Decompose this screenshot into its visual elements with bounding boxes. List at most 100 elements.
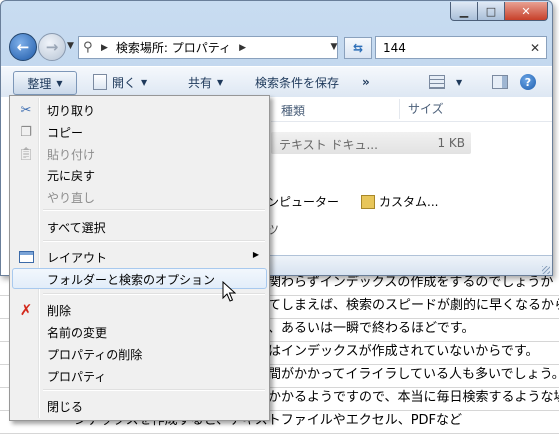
minimize-button[interactable]: ▁ [450, 2, 478, 21]
status-bar [267, 255, 552, 275]
delete-icon: ✗ [19, 301, 33, 319]
search-icon: ⚲ [83, 40, 93, 55]
menu-separator [43, 209, 265, 211]
menu-item-label: フォルダーと検索のオプション [47, 273, 216, 287]
document-line-text: かかるようですので、本当に毎日検索するような場 [268, 390, 559, 405]
custom-label: カスタム... [379, 195, 439, 209]
search-again-computer-link[interactable]: ンピューター [267, 193, 339, 210]
menu-item-label: 貼り付け [47, 148, 96, 162]
organize-label: 整理 [27, 76, 52, 91]
refresh-icon: ⇆ [352, 41, 364, 55]
open-label: 開く [112, 75, 137, 90]
close-button[interactable]: ✕ [504, 2, 548, 21]
menu-item-layout[interactable]: レイアウト ▶ [12, 246, 267, 267]
breadcrumb-arrow-icon[interactable]: ▶ [239, 43, 246, 53]
menu-item-label: 削除 [47, 304, 72, 318]
mouse-pointer-icon [222, 281, 236, 302]
chevron-down-icon: ▼ [217, 77, 224, 87]
menu-separator [43, 389, 265, 391]
document-line-text: はインデックスが作成されていないからです。 [268, 344, 539, 359]
recent-pages-dropdown[interactable]: ▼ [67, 41, 74, 51]
address-text[interactable]: 検索場所: プロパティ [116, 39, 231, 56]
menu-item-remove-properties[interactable]: プロパティの削除 [12, 343, 267, 364]
scissors-icon: ✂ [20, 102, 32, 118]
close-icon: ✕ [521, 4, 531, 18]
chevron-down-icon: ▼ [56, 78, 63, 88]
menu-item-rename[interactable]: 名前の変更 [12, 321, 267, 342]
file-row[interactable]: テキスト ドキュ... 1 KB [271, 132, 471, 154]
share-button[interactable]: 共有 ▼ [188, 71, 223, 93]
column-header-type[interactable]: 種類 [281, 102, 305, 119]
organize-button[interactable]: 整理 ▼ [13, 71, 77, 95]
menu-item-label: コピー [47, 126, 84, 140]
forward-arrow-icon: → [45, 38, 59, 56]
organize-menu: ✂ 切り取り ❐ コピー 📋︎ 貼り付け 元に戻す やり直し すべて選択 レイア… [9, 95, 270, 421]
navigation-row: ← → ▼ ⚲ ▶ 検索場所: プロパティ ▶ ▼ ⇆ 144 ✕ [1, 29, 552, 65]
menu-item-properties[interactable]: プロパティ [12, 365, 267, 386]
menu-item-select-all[interactable]: すべて選択 [12, 216, 267, 237]
document-line-text: てしまえば、検索のスピードが劇的に早くなるから [268, 298, 559, 313]
layout-icon [18, 249, 34, 265]
menu-item-label: すべて選択 [47, 221, 106, 235]
back-button[interactable]: ← [9, 33, 37, 61]
help-icon: ? [524, 75, 532, 89]
menu-item-label: レイアウト [47, 251, 108, 265]
file-size-cell: 1 KB [437, 136, 465, 150]
folder-search-icon [361, 194, 375, 209]
menu-item-label: プロパティ [47, 370, 107, 384]
chevron-down-icon: ▼ [67, 41, 74, 51]
menu-item-paste[interactable]: 📋︎ 貼り付け [12, 143, 267, 164]
menu-item-label: プロパティの削除 [47, 348, 143, 362]
breadcrumb-arrow-icon[interactable]: ▶ [101, 43, 108, 53]
paste-icon: 📋︎ [17, 146, 35, 162]
menu-item-label: 閉じる [47, 400, 84, 414]
document-line-text: 、あるいは一瞬で終わるほどです。 [268, 321, 475, 336]
more-label: » [362, 75, 370, 89]
menu-item-label: 名前の変更 [47, 326, 108, 340]
menu-item-close[interactable]: 閉じる [12, 395, 267, 416]
open-button[interactable]: 開く ▼ [93, 71, 147, 93]
save-search-label: 検索条件を保存 [255, 75, 340, 90]
menu-item-label: 切り取り [47, 104, 96, 118]
menu-item-redo[interactable]: やり直し [12, 186, 267, 207]
column-header-size[interactable]: サイズ [399, 99, 444, 119]
menu-separator [43, 240, 265, 242]
submenu-arrow-icon: ▶ [252, 250, 259, 259]
maximize-icon: □ [485, 4, 497, 18]
document-line-text: 間がかかってイライラしている人も多いでしょう。そ [268, 367, 559, 382]
preview-pane-button[interactable] [491, 71, 509, 93]
search-again-custom-link[interactable]: カスタム... [361, 193, 438, 210]
resize-grip-icon[interactable] [542, 266, 550, 274]
menu-item-label: 元に戻す [47, 169, 96, 183]
share-label: 共有 [188, 75, 213, 90]
chevron-down-icon: ▼ [330, 42, 338, 52]
clear-search-icon[interactable]: ✕ [530, 41, 546, 55]
change-view-button[interactable]: ▼ [429, 71, 462, 93]
address-dropdown-button[interactable]: ▼ [327, 37, 341, 57]
title-bar: ▁ □ ✕ [1, 1, 552, 27]
menu-item-cut[interactable]: ✂ 切り取り [12, 99, 267, 120]
menu-item-undo[interactable]: 元に戻す [12, 164, 267, 185]
minimize-icon: ▁ [459, 4, 469, 18]
refresh-button[interactable]: ⇆ [344, 37, 372, 59]
back-arrow-icon: ← [16, 38, 30, 56]
forward-button[interactable]: → [38, 33, 66, 61]
address-bar[interactable]: ⚲ ▶ 検索場所: プロパティ ▶ [78, 36, 338, 59]
search-input[interactable]: 144 ✕ [375, 36, 547, 59]
chevron-down-icon: ▼ [456, 77, 463, 87]
save-search-button[interactable]: 検索条件を保存 [255, 71, 339, 93]
chevron-down-icon: ▼ [141, 77, 148, 87]
menu-item-copy[interactable]: ❐ コピー [12, 121, 267, 142]
more-commands-button[interactable]: » [362, 71, 370, 93]
search-value[interactable]: 144 [383, 41, 530, 55]
copy-icon: ❐ [20, 124, 32, 140]
menu-item-label: やり直し [47, 191, 96, 205]
column-headers: 種類 サイズ [271, 97, 552, 122]
document-icon [93, 74, 107, 90]
command-bar: 整理 ▼ 開く ▼ 共有 ▼ 検索条件を保存 » ▼ ? [1, 66, 552, 98]
preview-pane-icon [492, 75, 508, 89]
view-details-icon [429, 75, 445, 89]
help-button[interactable]: ? [520, 74, 536, 90]
file-type-cell: テキスト ドキュ... [279, 138, 378, 152]
maximize-button[interactable]: □ [477, 2, 505, 21]
